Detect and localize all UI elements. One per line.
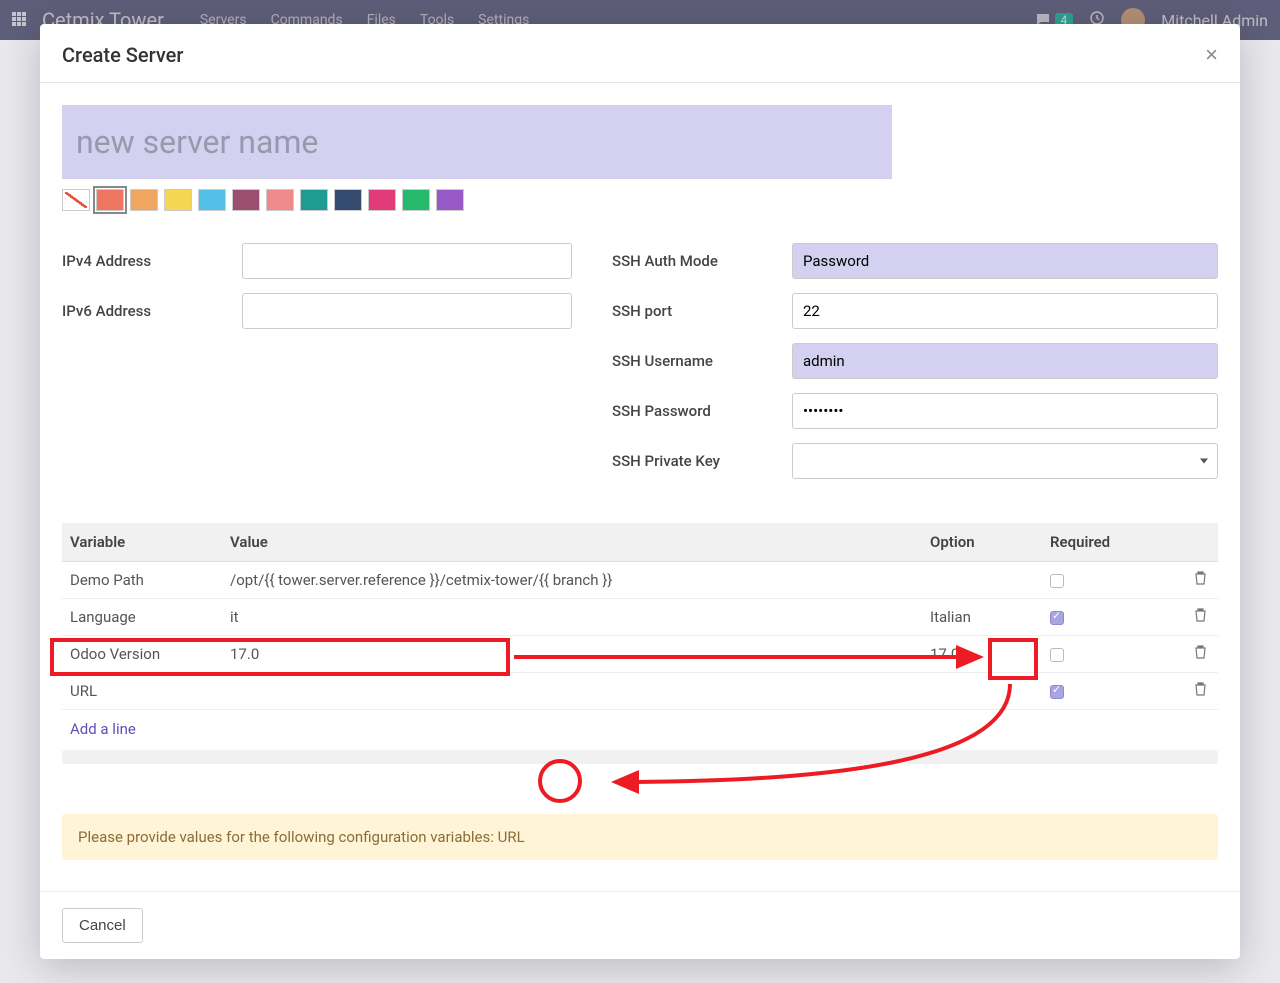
table-row[interactable]: LanguageitItalian [62, 599, 1218, 636]
warning-banner: Please provide values for the following … [62, 814, 1218, 860]
ssh-auth-label: SSH Auth Mode [612, 252, 792, 270]
color-picker [62, 189, 1218, 211]
color-swatch[interactable] [402, 189, 430, 211]
cell-required[interactable] [1042, 562, 1182, 599]
color-none-swatch[interactable] [62, 189, 90, 211]
cell-value[interactable]: 17.0 [222, 636, 922, 673]
cell-option[interactable]: Italian [922, 599, 1042, 636]
ipv4-input[interactable] [242, 243, 572, 279]
cell-value[interactable]: /opt/{{ tower.server.reference }}/cetmix… [222, 562, 922, 599]
table-scrollbar[interactable] [62, 750, 1218, 764]
color-swatch[interactable] [300, 189, 328, 211]
table-row[interactable]: Demo Path/opt/{{ tower.server.reference … [62, 562, 1218, 599]
cell-option[interactable] [922, 562, 1042, 599]
required-checkbox[interactable] [1050, 574, 1064, 588]
color-swatch[interactable] [232, 189, 260, 211]
col-value-header[interactable]: Value [222, 523, 922, 562]
col-required-header[interactable]: Required [1042, 523, 1182, 562]
warning-variable: URL [498, 828, 525, 846]
warning-text: Please provide values for the following … [78, 828, 498, 846]
table-row[interactable]: URL [62, 673, 1218, 710]
modal-footer: Cancel [40, 891, 1240, 959]
cell-variable[interactable]: Odoo Version [62, 636, 222, 673]
ssh-key-input[interactable] [792, 443, 1218, 479]
trash-icon[interactable] [1194, 645, 1207, 663]
cell-required[interactable] [1042, 636, 1182, 673]
modal-header: Create Server × [40, 24, 1240, 83]
ipv6-input[interactable] [242, 293, 572, 329]
color-swatch[interactable] [266, 189, 294, 211]
trash-icon[interactable] [1194, 608, 1207, 626]
trash-icon[interactable] [1194, 682, 1207, 700]
table-row[interactable]: Odoo Version17.017.0 [62, 636, 1218, 673]
ssh-auth-select[interactable]: Password [792, 243, 1218, 279]
ipv4-label: IPv4 Address [62, 252, 242, 270]
cancel-button[interactable]: Cancel [62, 908, 143, 943]
cell-option[interactable] [922, 673, 1042, 710]
ssh-pass-input[interactable] [792, 393, 1218, 429]
ssh-pass-label: SSH Password [612, 402, 792, 420]
variables-table: Variable Value Option Required Demo Path… [62, 523, 1218, 710]
cell-variable[interactable]: Demo Path [62, 562, 222, 599]
close-icon[interactable]: × [1205, 42, 1218, 68]
ssh-port-input[interactable] [792, 293, 1218, 329]
color-swatch[interactable] [368, 189, 396, 211]
ssh-user-label: SSH Username [612, 352, 792, 370]
required-checkbox[interactable] [1050, 611, 1064, 625]
modal-body: IPv4 Address IPv6 Address SSH Auth Mode … [40, 83, 1240, 891]
create-server-modal: Create Server × IPv4 Address [40, 24, 1240, 959]
cell-variable[interactable]: Language [62, 599, 222, 636]
cell-value[interactable] [222, 673, 922, 710]
modal-title: Create Server [62, 43, 183, 67]
chevron-down-icon[interactable] [1200, 459, 1208, 464]
ssh-key-label: SSH Private Key [612, 452, 792, 470]
cell-option[interactable]: 17.0 [922, 636, 1042, 673]
cell-required[interactable] [1042, 673, 1182, 710]
required-checkbox[interactable] [1050, 685, 1064, 699]
color-swatch[interactable] [164, 189, 192, 211]
col-option-header[interactable]: Option [922, 523, 1042, 562]
server-name-input[interactable] [62, 105, 892, 179]
cell-required[interactable] [1042, 599, 1182, 636]
col-variable-header[interactable]: Variable [62, 523, 222, 562]
ssh-user-input[interactable] [792, 343, 1218, 379]
color-swatch[interactable] [334, 189, 362, 211]
cell-value[interactable]: it [222, 599, 922, 636]
color-swatch[interactable] [436, 189, 464, 211]
trash-icon[interactable] [1194, 571, 1207, 589]
color-swatch[interactable] [198, 189, 226, 211]
add-line-link[interactable]: Add a line [62, 710, 1218, 748]
apps-icon[interactable] [12, 11, 26, 30]
cell-variable[interactable]: URL [62, 673, 222, 710]
ipv6-label: IPv6 Address [62, 302, 242, 320]
color-swatch[interactable] [96, 189, 124, 211]
required-checkbox[interactable] [1050, 648, 1064, 662]
color-swatch[interactable] [130, 189, 158, 211]
ssh-port-label: SSH port [612, 302, 792, 320]
